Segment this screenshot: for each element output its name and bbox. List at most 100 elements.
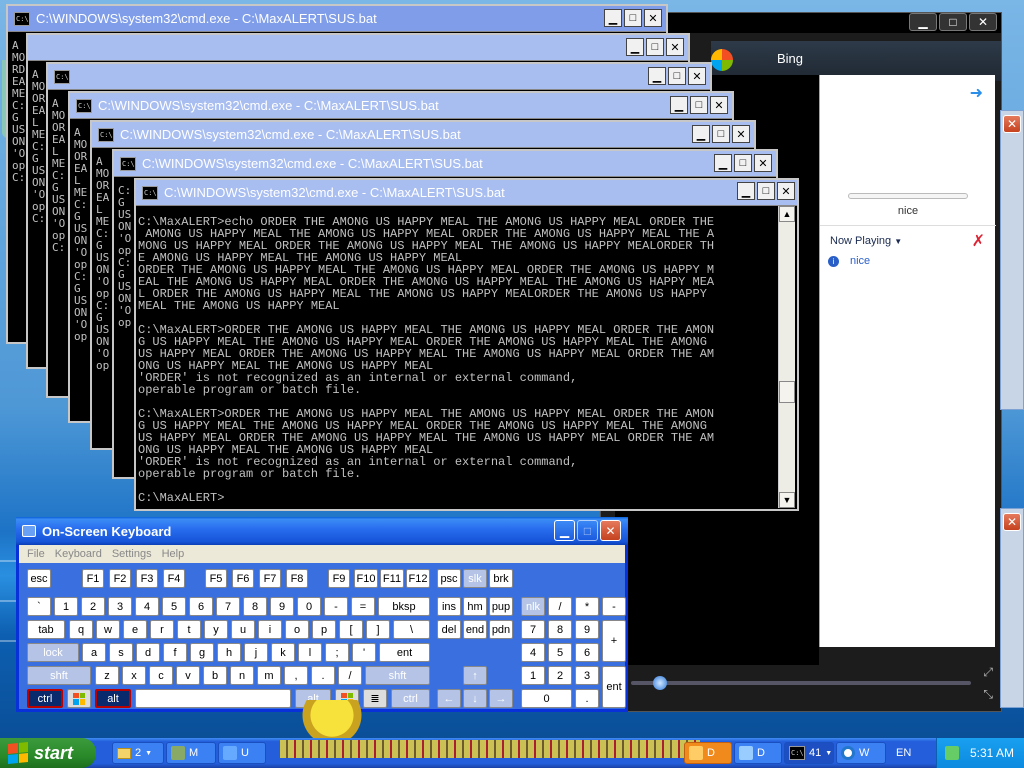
maximize-button[interactable]: □ <box>757 182 775 200</box>
key-8[interactable]: 8 <box>243 597 267 616</box>
key-numpad-6[interactable]: 6 <box>575 643 599 662</box>
key-7[interactable]: 7 <box>216 597 240 616</box>
key-s[interactable]: s <box>109 643 133 662</box>
compact-mode-icon[interactable]: ⤡ <box>983 687 993 702</box>
seek-knob[interactable] <box>653 676 667 690</box>
key-slash[interactable]: / <box>338 666 362 685</box>
key-f7[interactable]: F7 <box>259 569 281 588</box>
key-f[interactable]: f <box>163 643 187 662</box>
now-playing-dropdown[interactable]: Now Playing ▼ <box>830 235 902 247</box>
key-del[interactable]: del <box>437 620 461 639</box>
key-v[interactable]: v <box>176 666 200 685</box>
close-button[interactable]: ✕ <box>754 154 772 172</box>
minimize-button[interactable]: ▁ <box>604 9 622 27</box>
vertical-scrollbar[interactable]: ▲ ▼ <box>778 206 795 508</box>
key-i[interactable]: i <box>258 620 282 639</box>
key-k[interactable]: k <box>271 643 295 662</box>
menu-help[interactable]: Help <box>162 548 185 560</box>
key-f6[interactable]: F6 <box>232 569 254 588</box>
key-3[interactable]: 3 <box>108 597 132 616</box>
key-2[interactable]: 2 <box>81 597 105 616</box>
key-esc[interactable]: esc <box>27 569 51 588</box>
key-6[interactable]: 6 <box>189 597 213 616</box>
close-button[interactable]: ✕ <box>1003 115 1021 133</box>
key-x[interactable]: x <box>122 666 146 685</box>
maximize-button[interactable]: □ <box>690 96 708 114</box>
key-1[interactable]: 1 <box>54 597 78 616</box>
key-numpad-star[interactable]: * <box>575 597 599 616</box>
key-f9[interactable]: F9 <box>328 569 350 588</box>
key-d[interactable]: d <box>136 643 160 662</box>
key-f5[interactable]: F5 <box>205 569 227 588</box>
clear-list-icon[interactable]: ✗ <box>972 231 985 251</box>
taskbar-item-folders[interactable]: 2 ▼ <box>112 742 164 764</box>
key-f3[interactable]: F3 <box>136 569 158 588</box>
close-button[interactable]: ✕ <box>688 67 706 85</box>
window-titlebar[interactable]: C:\ C:\WINDOWS\system32\cmd.exe - C:\MaxA… <box>136 180 797 206</box>
scroll-thumb[interactable] <box>779 381 795 403</box>
menu-file[interactable]: File <box>27 548 45 560</box>
playlist-item[interactable]: nice <box>850 255 870 267</box>
windows-key-icon[interactable] <box>67 689 91 708</box>
key-b[interactable]: b <box>203 666 227 685</box>
key-backspace[interactable]: bksp <box>378 597 430 616</box>
key-numpad-9[interactable]: 9 <box>575 620 599 639</box>
key-lbracket[interactable]: [ <box>339 620 363 639</box>
minimize-button[interactable]: ▁ <box>554 520 575 541</box>
key-slk[interactable]: slk <box>463 569 487 588</box>
key-grave[interactable]: ` <box>27 597 51 616</box>
key-f8[interactable]: F8 <box>286 569 308 588</box>
key-minus[interactable]: - <box>324 597 348 616</box>
key-psc[interactable]: psc <box>437 569 461 588</box>
key-numpad-2[interactable]: 2 <box>548 666 572 685</box>
maximize-button[interactable]: □ <box>939 13 967 31</box>
key-left-shift[interactable]: shft <box>27 666 91 685</box>
close-button[interactable]: ✕ <box>1003 513 1021 531</box>
key-end[interactable]: end <box>463 620 487 639</box>
key-f10[interactable]: F10 <box>354 569 378 588</box>
minimize-button[interactable]: ▁ <box>692 125 710 143</box>
key-4[interactable]: 4 <box>135 597 159 616</box>
maximize-button[interactable]: □ <box>712 125 730 143</box>
key-numpad-5[interactable]: 5 <box>548 643 572 662</box>
minimize-button[interactable]: ▁ <box>737 182 755 200</box>
key-right-shift[interactable]: shft <box>365 666 430 685</box>
language-indicator[interactable]: EN <box>892 742 928 764</box>
key-equal[interactable]: = <box>351 597 375 616</box>
key-numpad-8[interactable]: 8 <box>548 620 572 639</box>
arrow-right-icon[interactable]: ➜ <box>970 83 983 103</box>
key-down-arrow-icon[interactable]: ↓ <box>463 689 487 708</box>
key-j[interactable]: j <box>244 643 268 662</box>
minimize-button[interactable]: ▁ <box>714 154 732 172</box>
key-brk[interactable]: brk <box>489 569 513 588</box>
key-r[interactable]: r <box>150 620 174 639</box>
taskbar-item-d[interactable]: D <box>734 742 782 764</box>
key-f11[interactable]: F11 <box>380 569 404 588</box>
tray-icon[interactable] <box>945 746 959 760</box>
key-f1[interactable]: F1 <box>82 569 104 588</box>
key-tab[interactable]: tab <box>27 620 65 639</box>
taskbar-item-cmd-group[interactable]: C:\ 41 ▼ <box>784 742 834 764</box>
key-g[interactable]: g <box>190 643 214 662</box>
fullscreen-icon[interactable]: ⤢ <box>983 665 993 680</box>
osk-titlebar[interactable]: On-Screen Keyboard <box>16 517 628 545</box>
maximize-button[interactable]: □ <box>734 154 752 172</box>
key-5[interactable]: 5 <box>162 597 186 616</box>
maximize-button[interactable]: □ <box>624 9 642 27</box>
key-up-arrow-icon[interactable]: ↑ <box>463 666 487 685</box>
key-numpad-plus[interactable]: + <box>602 620 626 662</box>
key-numpad-7[interactable]: 7 <box>521 620 545 639</box>
close-button[interactable]: ✕ <box>777 182 795 200</box>
close-button[interactable]: ✕ <box>710 96 728 114</box>
key-a[interactable]: a <box>82 643 106 662</box>
close-button[interactable]: ✕ <box>600 520 621 541</box>
key-right-arrow-icon[interactable]: → <box>489 689 513 708</box>
key-0[interactable]: 0 <box>297 597 321 616</box>
key-spacebar[interactable] <box>135 689 291 708</box>
taskbar-item-d-highlighted[interactable]: D <box>684 742 732 764</box>
minimize-button[interactable]: ▁ <box>626 38 644 56</box>
key-y[interactable]: y <box>204 620 228 639</box>
taskbar-item-w[interactable]: W <box>836 742 886 764</box>
key-f4[interactable]: F4 <box>163 569 185 588</box>
menu-keyboard[interactable]: Keyboard <box>55 548 102 560</box>
